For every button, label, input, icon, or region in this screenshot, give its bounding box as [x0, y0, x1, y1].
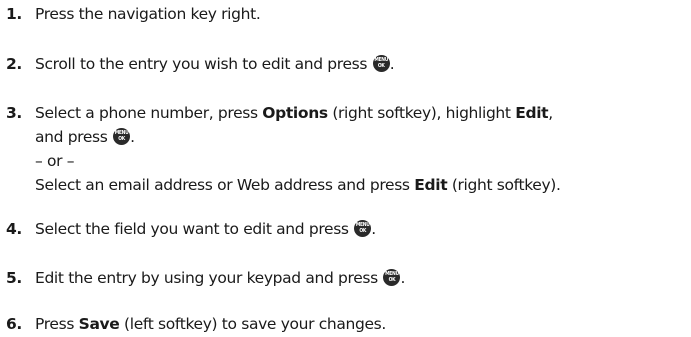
options-softkey-label: Options	[262, 104, 328, 122]
step-4-text: Select the field you want to edit and pr…	[35, 220, 349, 238]
edit-softkey-label: Edit	[414, 176, 448, 194]
step-text: Select the field you want to edit and pr…	[35, 220, 376, 238]
step-number: 2.	[6, 55, 22, 73]
step-2-text: Scroll to the entry you wish to edit and…	[35, 55, 368, 73]
save-softkey-label: Save	[78, 315, 120, 333]
menu-ok-key-icon: MENU OK	[383, 269, 401, 286]
menu-ok-key-icon: MENU OK	[113, 128, 131, 145]
step-number: 4.	[6, 220, 22, 238]
step-text: Press the navigation key right.	[35, 2, 261, 26]
step-5-text: Edit the entry by using your keypad and …	[35, 269, 378, 287]
step-number: 1.	[6, 5, 22, 23]
step-3-or-separator: – or –	[35, 152, 75, 170]
step-3-line-4: Select an email address or Web address a…	[35, 176, 561, 194]
edit-label: Edit	[515, 104, 549, 122]
step-3-line-2: and press MENU OK.	[35, 128, 135, 146]
instructions-page: 1. Press the navigation key right. 2. Sc…	[0, 0, 691, 337]
step-number: 6.	[6, 315, 22, 333]
step-number: 5.	[6, 269, 22, 287]
menu-ok-key-icon: MENU OK	[354, 220, 372, 237]
step-text: Press Save (left softkey) to save your c…	[35, 315, 386, 333]
step-text: Scroll to the entry you wish to edit and…	[35, 55, 395, 73]
step-3-line-1: Select a phone number, press Options (ri…	[35, 104, 553, 122]
step-1-text: Press the navigation key right.	[35, 5, 261, 23]
step-text: Edit the entry by using your keypad and …	[35, 269, 406, 287]
step-number: 3.	[6, 104, 22, 122]
menu-ok-key-icon: MENU OK	[372, 55, 390, 72]
step-text: Select a phone number, press Options (ri…	[35, 101, 561, 197]
